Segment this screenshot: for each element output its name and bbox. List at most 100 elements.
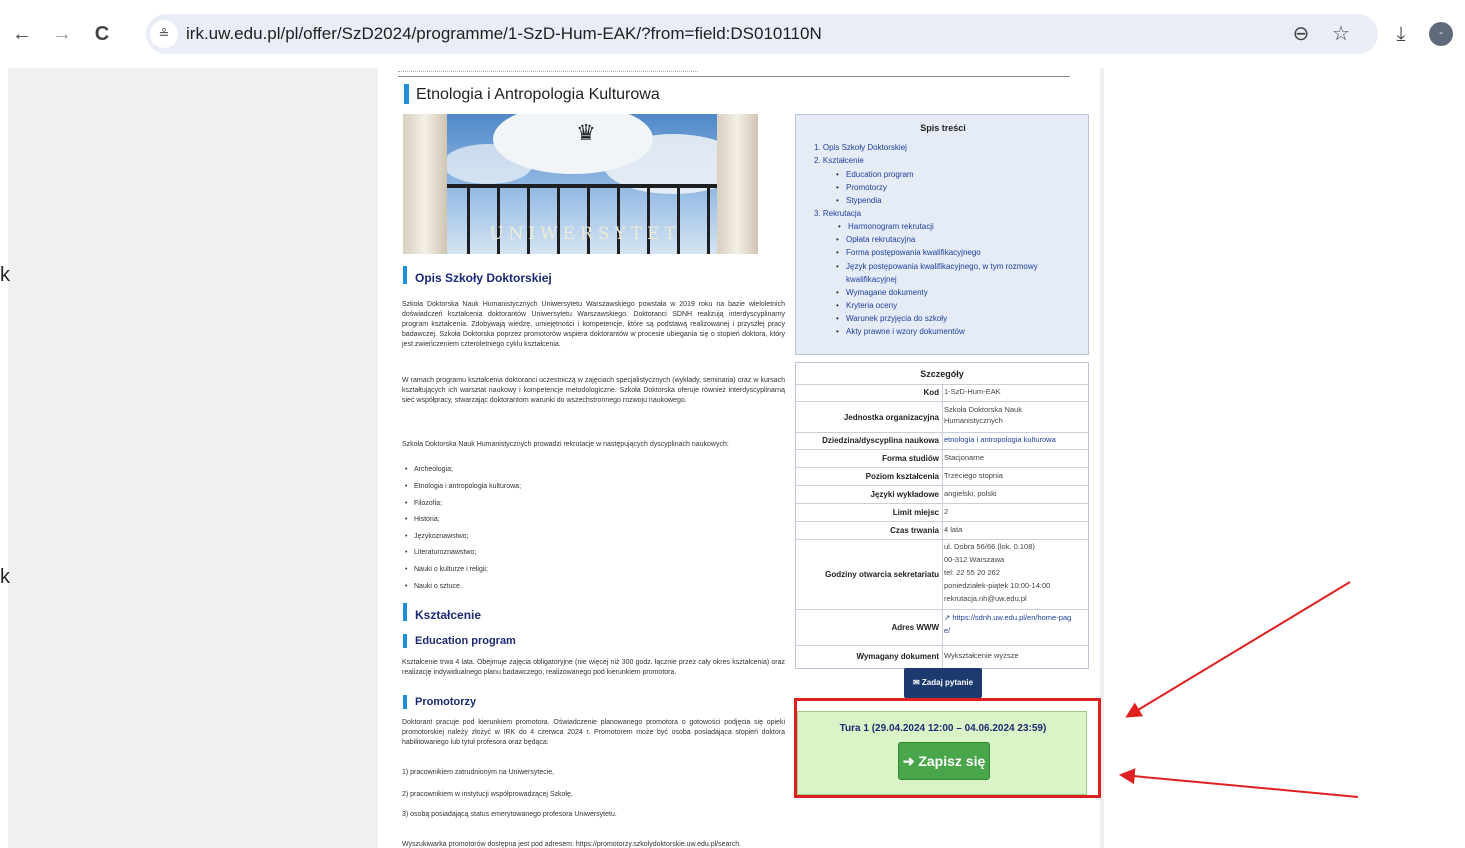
address-line: ul. Dobra 56/66 (lok. 0.108) <box>944 542 1035 551</box>
discipline-item: Literaturoznawstwo; <box>405 549 476 556</box>
section-accent <box>403 634 407 648</box>
section-accent <box>403 266 407 284</box>
table-row: Języki wykładowe angielski, polski <box>796 486 1088 504</box>
browser-toolbar: ← → C ≗ irk.uw.edu.pl/pl/offer/SzD2024/p… <box>0 0 1465 68</box>
toc-link[interactable]: 2. Kształcenie <box>814 156 864 165</box>
toc-link[interactable]: 3. Rekrutacja <box>814 209 861 218</box>
bookmark-star-icon[interactable]: ☆ <box>1329 22 1353 46</box>
toc-link[interactable]: Akty prawne i wzory dokumentów <box>836 327 965 336</box>
ask-question-button[interactable]: ✉ Zadaj pytanie <box>904 668 982 698</box>
subsection-heading-education: Education program <box>415 635 516 647</box>
website-url[interactable]: https://sdnh.uw.edu.pl/en/home-pag <box>952 613 1071 622</box>
row-value-link[interactable]: etnologia i antropologia kulturowa <box>944 435 1090 446</box>
round-dates: Tura 1 (29.04.2024 12:00 – 04.06.2024 23… <box>839 723 1047 734</box>
row-value: Wykształcenie wyższe <box>944 651 1019 660</box>
discipline-item: Filozofia; <box>405 500 442 507</box>
row-value: Stacjonarne <box>944 453 985 462</box>
toc-link[interactable]: Kryteria oceny <box>836 301 897 310</box>
promotor-condition: 2) pracownikiem w instytucji współprowad… <box>402 791 573 798</box>
table-row: Limit miejsc 2 <box>796 504 1088 522</box>
forward-icon[interactable]: → <box>50 22 74 46</box>
paragraph: Doktorant pracuje pod kierunkiem promoto… <box>402 719 785 746</box>
ask-question-label: Zadaj pytanie <box>921 678 974 687</box>
discipline-item: Nauki o sztuce. <box>405 583 462 590</box>
row-label: Poziom kształcenia <box>865 472 939 481</box>
toc-link[interactable]: kwalifikacyjnej <box>846 275 897 284</box>
reload-icon[interactable]: C <box>90 22 114 46</box>
discipline-item: Językoznawstwo; <box>405 533 469 540</box>
row-value: Trzeciego stopnia <box>944 471 1003 480</box>
table-row: Kod 1-SzD-Hum-EAK <box>796 385 1088 402</box>
toc-link[interactable]: Forma postępowania kwalifikacyjnego <box>836 248 981 257</box>
subsection-heading-promotorzy: Promotorzy <box>415 696 477 708</box>
section-accent <box>403 695 407 709</box>
envelope-icon: ✉ <box>912 678 922 687</box>
download-icon[interactable]: ⤓ <box>1389 22 1413 46</box>
title-accent <box>404 84 409 104</box>
row-value: Szkoła Doktorska Nauk Humanistycznych <box>944 405 1022 425</box>
section-heading-ksztalcenie: Kształcenie <box>415 608 482 622</box>
slide-annotation-panel <box>1104 68 1465 848</box>
paragraph: W ramach programu kształcenia doktoranci… <box>402 377 785 404</box>
paragraph: Szkoła Doktorska Nauk Humanistycznych Un… <box>402 301 785 348</box>
website-link-cont[interactable]: e/ <box>944 626 1090 637</box>
table-row: Wymagany dokument Wykształcenie wyższe <box>796 646 1088 668</box>
row-label: Jednostka organizacyjna <box>843 413 939 422</box>
table-of-contents: Spis treści 1. Opis Szkoły Doktorskiej 2… <box>795 114 1089 355</box>
discipline-item: Nauki o kulturze i religii; <box>405 566 488 573</box>
address-line: 00-312 Warszawa <box>944 555 1005 564</box>
url-text[interactable]: irk.uw.edu.pl/pl/offer/SzD2024/programme… <box>186 24 822 44</box>
row-label: Języki wykładowe <box>870 490 939 499</box>
toc-link[interactable]: Harmonogram rekrutacji <box>838 222 934 231</box>
phone-line: tel: 22 55 20 262 <box>944 568 1000 577</box>
toc-link[interactable]: Stypendia <box>836 196 881 205</box>
row-label: Forma studiów <box>882 454 939 463</box>
toc-link[interactable]: Wymagane dokumenty <box>836 288 928 297</box>
toc-link[interactable]: Język postępowania kwalifikacyjnego, w t… <box>836 262 1038 271</box>
discipline-item: Etnologia i antropologia kulturowa; <box>405 483 521 490</box>
email-line: rekrutacja.nh@uw.edu.pl <box>944 594 1027 603</box>
offer-page: Etnologia i Antropologia Kulturowa ♛ UNI… <box>378 68 1101 848</box>
row-label: Dziedzina/dyscyplina naukowa <box>822 436 939 445</box>
toc-link[interactable]: Education program <box>836 170 914 179</box>
table-row: Poziom kształcenia Trzeciego stopnia <box>796 468 1088 486</box>
page-title: Etnologia i Antropologia Kulturowa <box>416 86 660 103</box>
table-row: Dziedzina/dyscyplina naukowa etnologia i… <box>796 433 1088 450</box>
row-label: Czas trwania <box>890 526 939 535</box>
enroll-label: Zapisz się <box>918 753 986 769</box>
table-row: Adres WWW ↗ https://sdnh.uw.edu.pl/en/ho… <box>796 610 1088 646</box>
site-info-icon[interactable]: ≗ <box>150 20 178 48</box>
row-label: Wymagany dokument <box>856 652 939 661</box>
row-label: Godziny otwarcia sekretariatu <box>825 570 939 579</box>
divider <box>398 76 1070 77</box>
enroll-button[interactable]: ➜ Zapisz się <box>898 742 990 780</box>
zoom-icon[interactable]: ⊖ <box>1289 22 1313 46</box>
slide-left-text: k <box>0 566 10 588</box>
details-header: Szczegóły <box>796 363 1088 385</box>
table-row: Godziny otwarcia sekretariatu ul. Dobra … <box>796 540 1088 610</box>
row-value: angielski, polski <box>944 489 997 498</box>
section-heading-opis: Opis Szkoły Doktorskiej <box>415 271 552 285</box>
details-title: Szczegóły <box>920 369 964 379</box>
back-icon[interactable]: ← <box>10 22 34 46</box>
breadcrumb <box>398 68 698 72</box>
toc-link[interactable]: Promotorzy <box>836 183 887 192</box>
paragraph: Kształcenie trwa 4 lata. Obejmuje zajęci… <box>402 659 785 676</box>
toc-link[interactable]: Warunek przyjęcia do szkoły <box>836 314 947 323</box>
profile-avatar[interactable]: - <box>1429 22 1453 46</box>
section-accent <box>403 603 407 621</box>
promotor-condition: 3) osobą posiadającą status emerytowaneg… <box>402 811 617 818</box>
website-link[interactable]: ↗ https://sdnh.uw.edu.pl/en/home-pag <box>944 613 1090 624</box>
viewport: k k Etnologia i Antropologia Kulturowa ♛… <box>0 68 1465 848</box>
registration-round: Tura 1 (29.04.2024 12:00 – 04.06.2024 23… <box>797 711 1087 795</box>
toc-link[interactable]: Opłata rekrutacyjna <box>836 235 915 244</box>
toc-title: Spis treści <box>920 123 966 133</box>
row-value: 2 <box>944 507 949 516</box>
row-value: 1-SzD-Hum-EAK <box>944 387 1001 396</box>
external-link-icon: ↗ <box>944 613 951 622</box>
toc-link[interactable]: 1. Opis Szkoły Doktorskiej <box>814 143 907 152</box>
table-row: Czas trwania 4 lata <box>796 522 1088 540</box>
row-label: Kod <box>923 388 939 397</box>
paragraph: Wyszukiwarka promotorów dostępna jest po… <box>402 841 742 848</box>
gate-inscription: UNIWERSYTET <box>489 224 681 244</box>
